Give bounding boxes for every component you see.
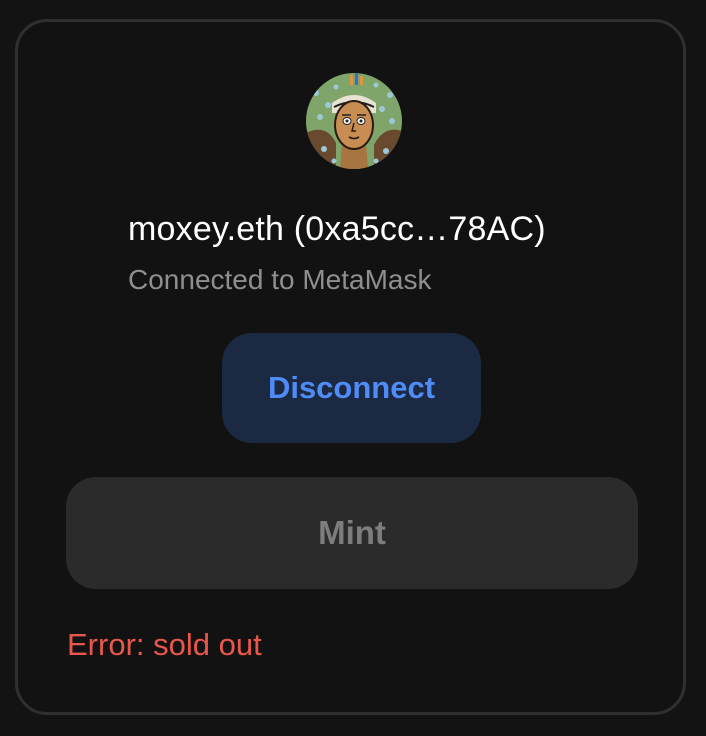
avatar <box>306 73 402 169</box>
wallet-card: moxey.eth (0xa5cc…78AC) Connected to Met… <box>15 19 686 715</box>
account-label: moxey.eth (0xa5cc…78AC) <box>128 210 546 248</box>
mint-button[interactable]: Mint <box>66 477 638 589</box>
disconnect-button[interactable]: Disconnect <box>222 333 481 443</box>
connector-status: Connected to MetaMask <box>128 264 432 295</box>
avatar-portrait-icon <box>306 73 402 169</box>
error-message: Error: sold out <box>67 627 262 662</box>
